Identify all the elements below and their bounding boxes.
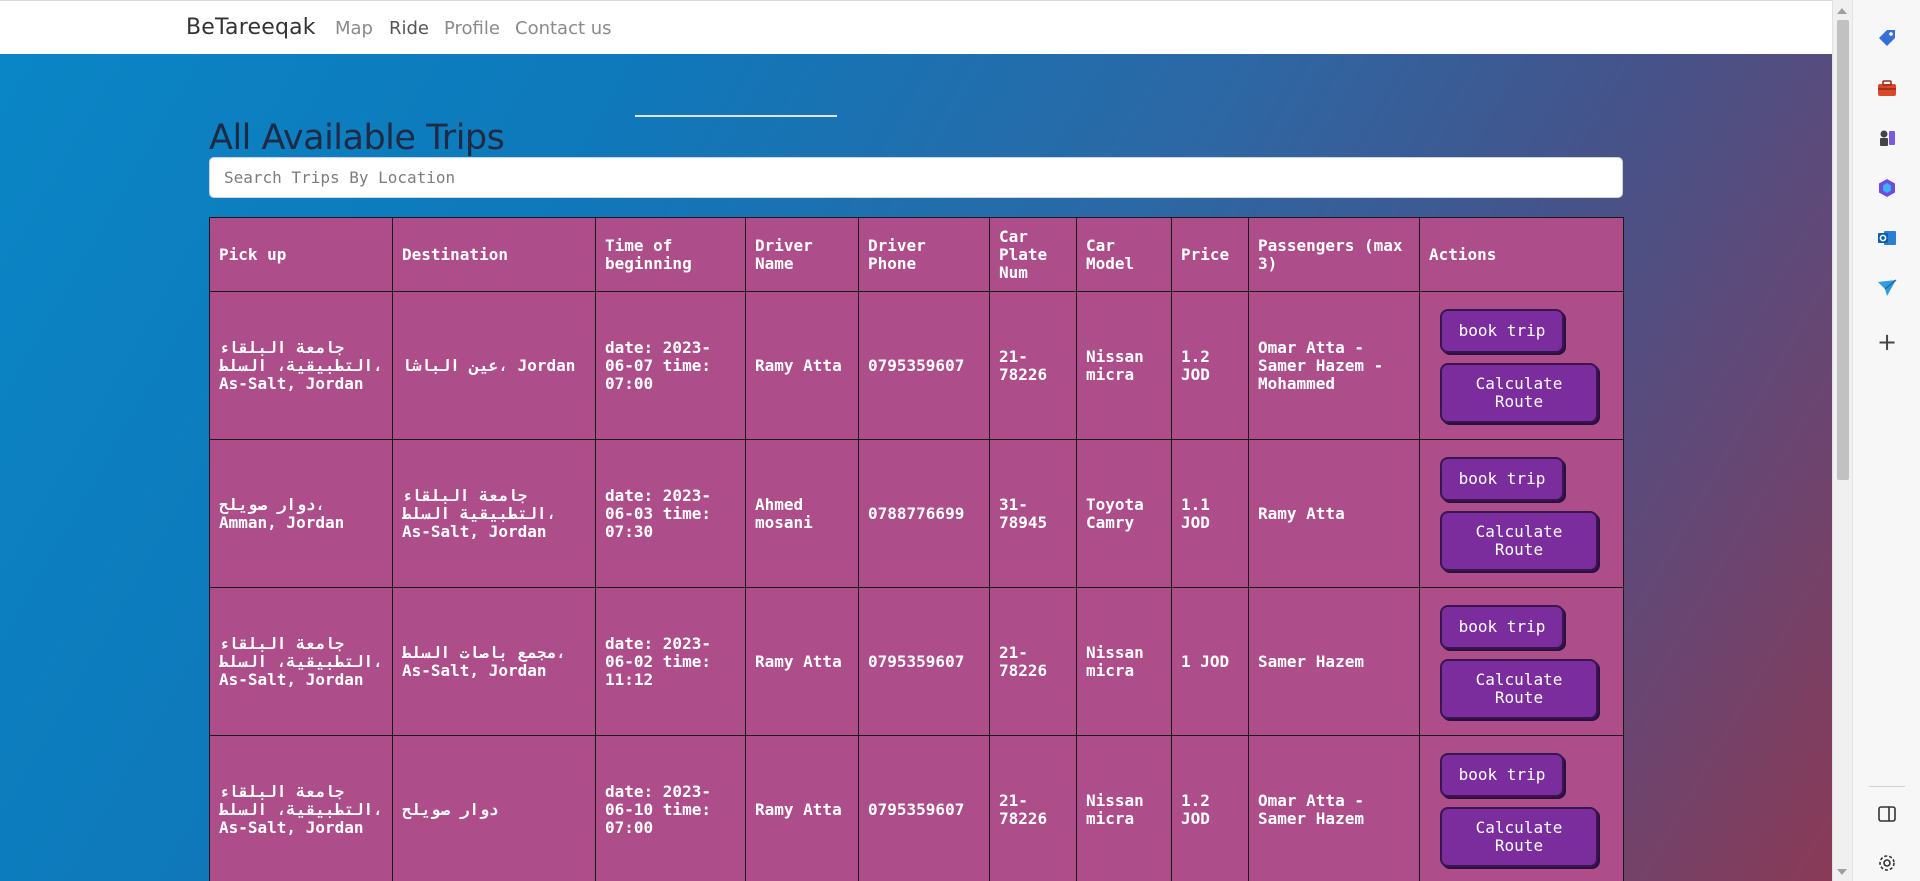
send-icon[interactable] xyxy=(1875,276,1899,300)
nav-link-map[interactable]: Map xyxy=(335,18,373,39)
cell-pickup: دوار صويلح، Amman, Jordan xyxy=(209,439,393,588)
settings-icon[interactable] xyxy=(1875,851,1899,875)
cell-driver-phone: 0795359607 xyxy=(858,291,990,440)
cell-price: 1.1 JOD xyxy=(1171,439,1249,588)
page-background: BeTareeqak Map Ride Profile Contact us A… xyxy=(0,0,1832,881)
page-scrollbar[interactable] xyxy=(1832,0,1852,881)
page-title: All Available Trips xyxy=(209,118,505,159)
cell-driver-name: Ramy Atta xyxy=(745,587,859,736)
cell-actions: book trip Calculate Route xyxy=(1419,735,1624,881)
header-car-model: Car Model xyxy=(1076,217,1172,292)
book-trip-button[interactable]: book trip xyxy=(1440,752,1564,797)
calculate-route-button[interactable]: Calculate Route xyxy=(1440,510,1598,571)
header-actions: Actions xyxy=(1419,217,1624,292)
browser-sidebar: + xyxy=(1852,0,1920,881)
cell-actions: book trip Calculate Route xyxy=(1419,439,1624,588)
cell-driver-name: Ahmed mosani xyxy=(745,439,859,588)
sidebar-divider xyxy=(1869,786,1905,787)
cell-driver-phone: 0795359607 xyxy=(858,735,990,881)
outlook-icon[interactable] xyxy=(1875,226,1899,250)
cell-destination: دوار صويلح xyxy=(392,735,596,881)
split-screen-icon[interactable] xyxy=(1875,802,1899,826)
cell-driver-phone: 0788776699 xyxy=(858,439,990,588)
header-price: Price xyxy=(1171,217,1249,292)
header-passengers: Passengers (max 3) xyxy=(1248,217,1420,292)
header-driver-phone: Driver Phone xyxy=(858,217,990,292)
cell-driver-phone: 0795359607 xyxy=(858,587,990,736)
scrollbar-thumb[interactable] xyxy=(1837,20,1849,480)
cell-pickup: جامعة البلقاء التطبيقية، السلط، As-Salt,… xyxy=(209,735,393,881)
cell-price: 1.2 JOD xyxy=(1171,291,1249,440)
table-row: دوار صويلح، Amman, Jordan جامعة البلقاء … xyxy=(209,439,1624,588)
cell-time: date: 2023-06-02 time: 11:12 xyxy=(595,587,746,736)
table-row: جامعة البلقاء التطبيقية، السلط، As-Salt,… xyxy=(209,587,1624,736)
search-input[interactable] xyxy=(209,157,1623,198)
header-pickup: Pick up xyxy=(209,217,393,292)
cell-passengers: Omar Atta - Samer Hazem - Mohammed xyxy=(1248,291,1420,440)
cell-plate: 31-78945 xyxy=(989,439,1077,588)
cell-pickup: جامعة البلقاء التطبيقية، السلط، As-Salt,… xyxy=(209,587,393,736)
table-row: جامعة البلقاء التطبيقية، السلط، As-Salt,… xyxy=(209,735,1624,881)
header-time: Time of beginning xyxy=(595,217,746,292)
cell-plate: 21-78226 xyxy=(989,291,1077,440)
table-row: جامعة البلقاء التطبيقية، السلط، As-Salt,… xyxy=(209,291,1624,440)
calculate-route-button[interactable]: Calculate Route xyxy=(1440,806,1598,867)
scroll-up-arrow-icon[interactable] xyxy=(1837,8,1847,14)
cell-time: date: 2023-06-03 time: 07:30 xyxy=(595,439,746,588)
trips-table: Pick up Destination Time of beginning Dr… xyxy=(209,217,1624,881)
cell-destination: مجمع باصات السلط، As-Salt, Jordan xyxy=(392,587,596,736)
cell-pickup: جامعة البلقاء التطبيقية، السلط، As-Salt,… xyxy=(209,291,393,440)
cell-time: date: 2023-06-07 time: 07:00 xyxy=(595,291,746,440)
brand-logo[interactable]: BeTareeqak xyxy=(186,15,316,40)
cell-driver-name: Ramy Atta xyxy=(745,735,859,881)
book-trip-button[interactable]: book trip xyxy=(1440,308,1564,353)
nav-link-contact-us[interactable]: Contact us xyxy=(515,18,612,39)
scroll-down-arrow-icon[interactable] xyxy=(1837,869,1847,875)
cell-passengers: Samer Hazem xyxy=(1248,587,1420,736)
cell-car-model: Nissan micra xyxy=(1076,735,1172,881)
toolbox-icon[interactable] xyxy=(1875,76,1899,100)
cell-car-model: Nissan micra xyxy=(1076,291,1172,440)
calculate-route-button[interactable]: Calculate Route xyxy=(1440,658,1598,719)
header-destination: Destination xyxy=(392,217,596,292)
cell-driver-name: Ramy Atta xyxy=(745,291,859,440)
plus-icon[interactable]: + xyxy=(1875,328,1899,356)
chess-icon[interactable] xyxy=(1875,126,1899,150)
nav-link-ride[interactable]: Ride xyxy=(389,18,429,39)
nav-link-profile[interactable]: Profile xyxy=(444,18,500,39)
cell-plate: 21-78226 xyxy=(989,587,1077,736)
tag-icon[interactable] xyxy=(1875,26,1899,50)
cell-price: 1.2 JOD xyxy=(1171,735,1249,881)
cell-destination: جامعة البلقاء التطبيقية السلط، As-Salt, … xyxy=(392,439,596,588)
header-plate: Car Plate Num xyxy=(989,217,1077,292)
cell-plate: 21-78226 xyxy=(989,735,1077,881)
cell-price: 1 JOD xyxy=(1171,587,1249,736)
calculate-route-button[interactable]: Calculate Route xyxy=(1440,362,1598,423)
navbar: BeTareeqak Map Ride Profile Contact us xyxy=(0,0,1832,54)
copilot-icon[interactable] xyxy=(1875,176,1899,200)
cell-car-model: Nissan micra xyxy=(1076,587,1172,736)
table-header-row: Pick up Destination Time of beginning Dr… xyxy=(209,217,1624,292)
cell-passengers: Omar Atta - Samer Hazem xyxy=(1248,735,1420,881)
title-underline xyxy=(635,115,837,117)
cell-time: date: 2023-06-10 time: 07:00 xyxy=(595,735,746,881)
cell-passengers: Ramy Atta xyxy=(1248,439,1420,588)
cell-actions: book trip Calculate Route xyxy=(1419,587,1624,736)
header-driver-name: Driver Name xyxy=(745,217,859,292)
book-trip-button[interactable]: book trip xyxy=(1440,456,1564,501)
cell-car-model: Toyota Camry xyxy=(1076,439,1172,588)
cell-destination: عين الباشا، Jordan xyxy=(392,291,596,440)
cell-actions: book trip Calculate Route xyxy=(1419,291,1624,440)
book-trip-button[interactable]: book trip xyxy=(1440,604,1564,649)
